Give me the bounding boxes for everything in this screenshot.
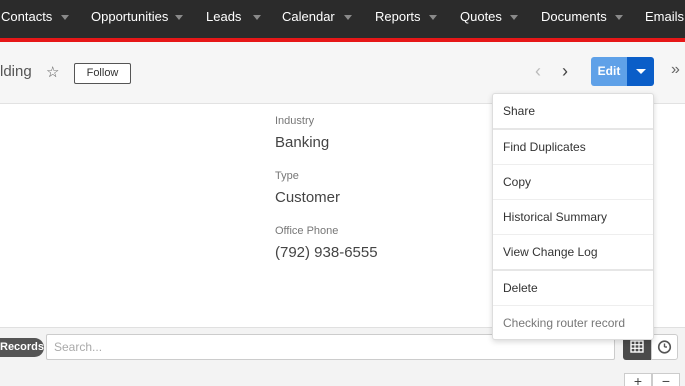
add-button[interactable]: +	[624, 373, 652, 386]
chevron-down-icon[interactable]	[510, 15, 518, 20]
nav-item-quotes[interactable]: Quotes	[460, 0, 502, 34]
menu-item-checking-router-record[interactable]: Checking router record	[493, 306, 653, 341]
chevron-down-icon[interactable]	[429, 15, 437, 20]
menu-item-find-duplicates[interactable]: Find Duplicates	[493, 130, 653, 165]
field-value-office-phone: (792) 938-6555	[275, 244, 378, 261]
menu-item-view-change-log[interactable]: View Change Log	[493, 235, 653, 270]
chevron-down-icon[interactable]	[61, 15, 69, 20]
nav-item-reports[interactable]: Reports	[375, 0, 421, 34]
record-title: lding	[0, 63, 32, 80]
nav-item-documents[interactable]: Documents	[541, 0, 607, 34]
nav-item-contacts[interactable]: Contacts	[1, 0, 52, 34]
chevron-down-icon[interactable]	[615, 15, 623, 20]
nav-item-opportunities[interactable]: Opportunities	[91, 0, 168, 34]
collapse-button[interactable]: −	[652, 373, 680, 386]
chevron-down-icon[interactable]	[175, 15, 183, 20]
actions-dropdown-toggle[interactable]	[627, 57, 654, 86]
records-label: Records	[0, 338, 44, 357]
menu-item-copy[interactable]: Copy	[493, 165, 653, 200]
follow-button[interactable]: Follow	[74, 63, 131, 84]
chevron-down-icon[interactable]	[253, 15, 261, 20]
double-chevron-right-icon[interactable]: »	[671, 61, 680, 79]
caret-down-icon	[636, 69, 646, 74]
actions-menu: Share Find Duplicates Copy Historical Su…	[492, 93, 654, 340]
field-label-office-phone: Office Phone	[275, 225, 339, 237]
edit-button[interactable]: Edit	[591, 57, 627, 86]
field-label-industry: Industry	[275, 115, 315, 127]
menu-item-historical-summary[interactable]: Historical Summary	[493, 200, 653, 235]
nav-item-calendar[interactable]: Calendar	[282, 0, 335, 34]
chevron-left-icon[interactable]: ‹	[535, 61, 541, 82]
menu-item-delete[interactable]: Delete	[493, 271, 653, 306]
top-navigation: Contacts Opportunities Leads Calendar Re…	[0, 0, 685, 42]
menu-item-share[interactable]: Share	[493, 94, 653, 129]
clock-icon	[657, 340, 672, 354]
field-value-type: Customer	[275, 189, 341, 206]
nav-item-emails[interactable]: Emails	[645, 0, 684, 34]
field-value-industry: Banking	[275, 134, 330, 151]
star-icon[interactable]: ☆	[46, 63, 59, 81]
chevron-down-icon[interactable]	[344, 15, 352, 20]
field-label-type: Type	[275, 170, 299, 182]
activity-stream-button[interactable]	[651, 334, 678, 360]
chevron-right-icon[interactable]: ›	[562, 61, 568, 82]
nav-item-leads[interactable]: Leads	[206, 0, 241, 34]
